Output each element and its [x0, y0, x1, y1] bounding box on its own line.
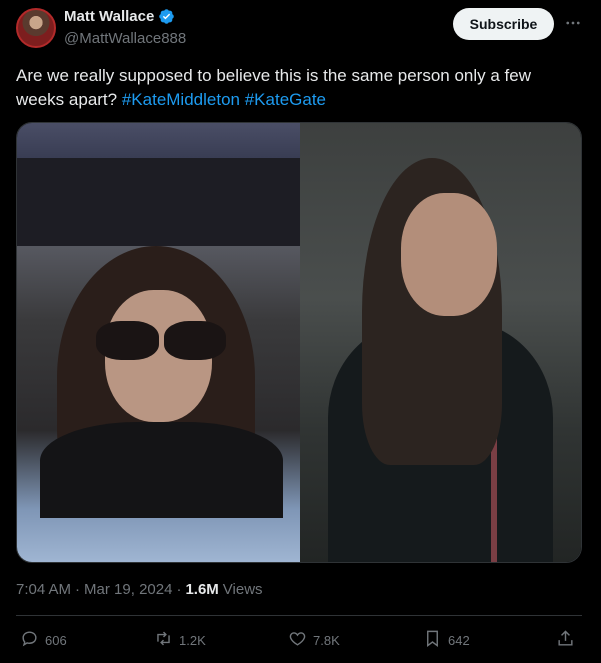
- avatar[interactable]: [16, 8, 56, 48]
- views-count: 1.6M: [185, 581, 219, 598]
- tweet-media[interactable]: [16, 122, 582, 563]
- meta-separator: ·: [75, 581, 81, 598]
- repost-count: 1.2K: [179, 632, 206, 648]
- hashtag-link[interactable]: #KateGate: [245, 90, 326, 109]
- car-frame-shape: [17, 158, 300, 246]
- bookmark-icon: [423, 629, 442, 651]
- bookmark-count: 642: [448, 632, 470, 648]
- tweet-text: Are we really supposed to believe this i…: [16, 64, 576, 112]
- share-button[interactable]: [556, 625, 575, 655]
- meta-separator: ·: [176, 581, 182, 598]
- views-label: Views: [222, 581, 263, 598]
- tweet-post: Matt Wallace @MattWallace888 Subscribe A…: [0, 0, 601, 663]
- hashtag-link[interactable]: #KateMiddleton: [122, 90, 240, 109]
- reply-button[interactable]: 606: [20, 625, 67, 655]
- divider: [16, 615, 582, 616]
- photo-left[interactable]: [17, 123, 300, 562]
- subscribe-button[interactable]: Subscribe: [453, 8, 554, 40]
- author-display-name[interactable]: Matt Wallace: [64, 8, 154, 25]
- reply-count: 606: [45, 632, 67, 648]
- repost-button[interactable]: 1.2K: [154, 625, 206, 655]
- tweet-meta: 7:04 AM · Mar 19, 2024 · 1.6M Views: [16, 581, 263, 598]
- photo-right[interactable]: [300, 123, 581, 562]
- share-icon: [556, 629, 575, 651]
- repost-icon: [154, 629, 173, 651]
- tweet-date[interactable]: Mar 19, 2024: [84, 581, 172, 598]
- tweet-time[interactable]: 7:04 AM: [16, 581, 71, 598]
- face-shape: [401, 193, 497, 317]
- coat-shape: [39, 421, 283, 519]
- sunglasses-shape: [96, 320, 227, 361]
- reply-icon: [20, 629, 39, 651]
- like-button[interactable]: 7.8K: [288, 625, 340, 655]
- like-count: 7.8K: [313, 632, 340, 648]
- author-name-row: Matt Wallace: [64, 8, 175, 25]
- verified-badge-icon: [158, 8, 175, 25]
- bookmark-button[interactable]: 642: [423, 625, 470, 655]
- author-handle[interactable]: @MattWallace888: [64, 30, 186, 47]
- action-bar: 606 1.2K 7.8K 642: [0, 625, 601, 655]
- heart-icon: [288, 629, 307, 651]
- more-horizontal-icon[interactable]: [562, 12, 584, 34]
